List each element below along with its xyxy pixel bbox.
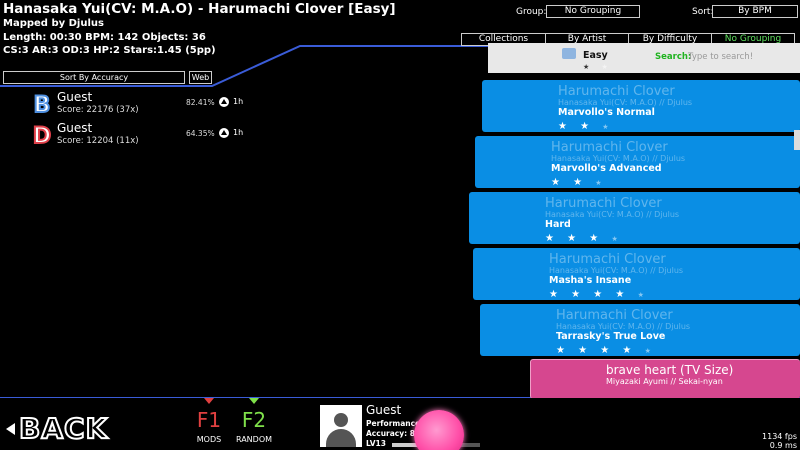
sort-label: Sort:: [692, 7, 714, 17]
random-label: RANDOM: [235, 435, 273, 444]
star-rating: ★ ★ ★: [551, 177, 607, 188]
score-accuracy: 82.41%: [186, 98, 215, 107]
beatmap-artist: Hanasaka Yui(CV: M.A.O) // Djulus: [556, 322, 691, 331]
group-label: Group:: [516, 7, 547, 17]
star-rating: ★ ★ ★ ★: [545, 233, 623, 244]
beatmap-panel[interactable]: Harumachi Clover Hanasaka Yui(CV: M.A.O)…: [480, 304, 800, 356]
grade-b-icon: B: [33, 92, 52, 119]
player-name: Guest: [366, 403, 402, 417]
beatmap-artist: Hanasaka Yui(CV: M.A.O) // Djulus: [549, 266, 684, 275]
beatmap-difficulty: Hard: [545, 219, 571, 230]
beatmap-title: Harumachi Clover: [558, 84, 675, 99]
mapper-text: Mapped by Djulus: [3, 18, 104, 29]
beatmap-title: Harumachi Clover: [556, 308, 673, 323]
selected-difficulty-name: Easy: [583, 50, 608, 61]
grade-d-icon: D: [32, 123, 52, 150]
score-time: 1h: [233, 128, 244, 137]
beatmap-difficulty-info: CS:3 AR:3 OD:3 HP:2 Stars:1.45 (5pp): [3, 45, 216, 56]
score-player-name: Guest: [57, 90, 93, 104]
score-time: 1h: [233, 97, 244, 106]
arrow-up-icon: [219, 97, 229, 107]
star-dim-icon: ★: [595, 179, 607, 187]
beatmap-difficulty: Tarrasky's True Love: [556, 331, 666, 342]
star-rating: ★ ★ ★ ★ ★: [549, 289, 649, 300]
mods-label: MODS: [196, 435, 222, 444]
score-value: Score: 22176 (37x): [57, 105, 139, 115]
star-dim-icon: ★: [637, 291, 649, 299]
fps-value: 1134 fps: [762, 432, 797, 441]
beatmap-panel[interactable]: Harumachi Clover Hanasaka Yui(CV: M.A.O)…: [475, 136, 800, 188]
fps-counter: 1134 fps 0.9 ms: [762, 432, 797, 450]
f2-key: F2: [241, 408, 267, 432]
star-dim-icon: ★: [602, 123, 614, 131]
beatmap-title: Harumachi Clover: [545, 196, 662, 211]
beatmap-title: Harumachi Clover: [551, 140, 668, 155]
avatar-head-icon: [334, 413, 348, 427]
back-arrow-icon: [6, 422, 15, 435]
random-indicator-icon: [249, 398, 259, 404]
avatar[interactable]: [320, 405, 362, 447]
score-row[interactable]: D Guest Score: 12204 (11x) 64.35% 1h: [32, 121, 253, 151]
beatmap-length-info: Length: 00:30 BPM: 142 Objects: 36: [3, 32, 206, 43]
mods-button[interactable]: F1 MODS: [187, 398, 231, 450]
search-input[interactable]: Type to search!: [688, 52, 753, 62]
beatmap-artist: Hanasaka Yui(CV: M.A.O) // Djulus: [551, 154, 686, 163]
back-button[interactable]: BACK: [6, 411, 109, 446]
random-button[interactable]: F2 RANDOM: [232, 398, 276, 450]
player-level: LV13: [366, 439, 386, 448]
beatmap-artist: Hanasaka Yui(CV: M.A.O) // Djulus: [558, 98, 693, 107]
group-dropdown[interactable]: No Grouping: [546, 5, 640, 18]
star-rating: ★ ★ ★: [558, 121, 614, 132]
score-row[interactable]: B Guest Score: 22176 (37x) 82.41% 1h: [33, 90, 253, 120]
mods-indicator-icon: [204, 398, 214, 404]
score-player-name: Guest: [57, 121, 93, 135]
beatmap-difficulty: Marvollo's Advanced: [551, 163, 662, 174]
score-accuracy: 64.35%: [186, 129, 215, 138]
leaderboard-web-button[interactable]: Web: [189, 71, 212, 84]
beatmap-panel[interactable]: Harumachi Clover Hanasaka Yui(CV: M.A.O)…: [469, 192, 800, 244]
f1-key: F1: [196, 408, 222, 432]
beatmap-difficulty: Marvollo's Normal: [558, 107, 655, 118]
arrow-up-icon: [219, 128, 229, 138]
selected-beatmap-panel[interactable]: Easy ★ ★ Search: Type to search!: [488, 43, 800, 73]
star-dim-icon: ★: [644, 347, 656, 355]
search-label: Search:: [655, 52, 692, 62]
beatmap-artist: Miyazaki Ayumi // Sekai-nyan: [606, 377, 723, 386]
avatar-body-icon: [326, 429, 356, 447]
svg-text:B: B: [34, 93, 51, 116]
frame-time: 0.9 ms: [769, 441, 797, 450]
svg-text:D: D: [33, 124, 51, 147]
beatmap-panel[interactable]: Harumachi Clover Hanasaka Yui(CV: M.A.O)…: [473, 248, 800, 300]
star-rating: ★ ★: [583, 63, 613, 71]
beatmap-panel[interactable]: Harumachi Clover Hanasaka Yui(CV: M.A.O)…: [482, 80, 800, 132]
star-dim-icon: ★: [611, 235, 623, 243]
difficulty-icon: [562, 48, 576, 59]
score-value: Score: 12204 (11x): [57, 136, 139, 146]
beatmap-title: brave heart (TV Size): [606, 363, 734, 377]
beatmap-title: Harumachi Clover: [549, 252, 666, 267]
back-label: BACK: [18, 411, 109, 446]
star-rating: ★ ★ ★ ★ ★: [556, 345, 656, 356]
beatmap-artist: Hanasaka Yui(CV: M.A.O) // Djulus: [545, 210, 680, 219]
beatmap-difficulty: Masha's Insane: [549, 275, 632, 286]
song-list-scrollbar[interactable]: [794, 130, 800, 150]
sort-dropdown[interactable]: By BPM: [712, 5, 798, 18]
leaderboard-sort-button[interactable]: Sort By Accuracy: [3, 71, 185, 84]
beatmap-panel-next[interactable]: brave heart (TV Size) Miyazaki Ayumi // …: [530, 359, 800, 399]
song-title: Hanasaka Yui(CV: M.A.O) - Harumachi Clov…: [3, 1, 396, 17]
